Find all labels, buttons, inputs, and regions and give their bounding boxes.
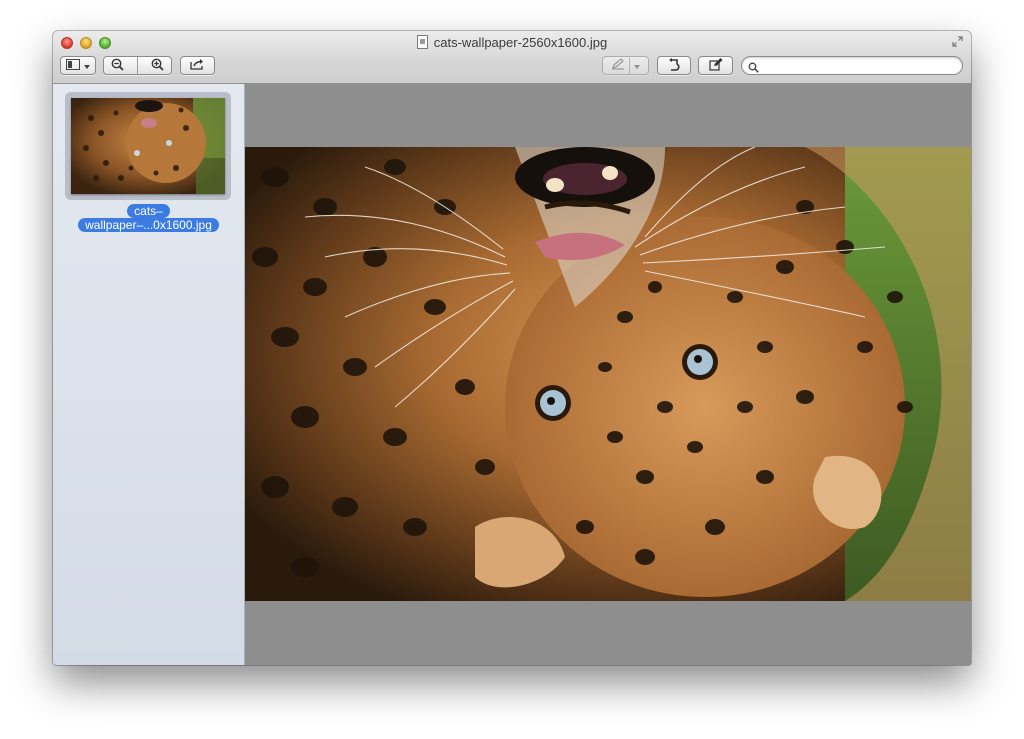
share-button[interactable] [180,56,215,75]
thumbnail-sidebar: cats– wallpaper–...0x1600.jpg [53,84,245,665]
window-title-area: cats-wallpaper-2560x1600.jpg [53,35,971,51]
zoom-segmented-control [103,56,172,75]
document-icon [416,35,428,49]
share-icon [190,58,205,73]
image-canvas [245,84,971,665]
edit-icon [708,57,723,74]
fullscreen-icon[interactable] [951,36,963,48]
window-title: cats-wallpaper-2560x1600.jpg [433,35,608,50]
thumbnail-label-line2: wallpaper–...0x1600.jpg [78,218,219,232]
sidebar-icon [66,58,80,73]
edit-toolbar-button[interactable] [698,56,733,75]
chevron-down-icon [84,60,90,72]
thumbnail-label[interactable]: cats– wallpaper–...0x1600.jpg [53,204,244,232]
search-icon [748,60,759,78]
zoom-in-icon[interactable] [151,58,164,74]
chevron-down-icon [634,60,640,72]
sidebar-view-button[interactable] [60,56,96,75]
segment-divider [629,57,630,74]
zoom-out-icon[interactable] [111,58,124,74]
title-bar: cats-wallpaper-2560x1600.jpg [53,31,971,84]
rotate-button[interactable] [657,56,691,75]
thumbnail-image[interactable] [71,98,225,194]
pen-icon [611,58,625,73]
segment-divider [136,57,138,74]
preview-window: cats-wallpaper-2560x1600.jpg cats– wallp… [53,31,971,665]
search-field[interactable] [741,56,963,75]
main-image[interactable] [245,147,971,601]
rotate-icon [668,57,680,74]
thumbnail-label-line1: cats– [127,204,170,218]
markup-pen-button[interactable] [602,56,649,75]
thumbnail-selection-highlight[interactable] [65,92,231,200]
search-input[interactable] [762,58,954,73]
